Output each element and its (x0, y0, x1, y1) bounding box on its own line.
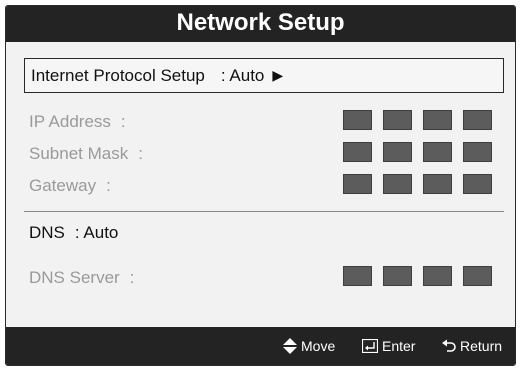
ip-octet-2 (383, 110, 412, 130)
section-divider (24, 211, 504, 212)
dns-server-field (343, 266, 492, 286)
ip-octet-4 (463, 110, 492, 130)
dns-label: DNS (29, 223, 65, 242)
enter-hint: Enter (362, 338, 415, 354)
enter-label: Enter (382, 338, 416, 354)
subnet-mask-field (343, 142, 492, 162)
move-label: Move (301, 338, 336, 354)
gateway-octet-1 (343, 174, 372, 194)
triangle-right-icon: ▶ (272, 67, 284, 83)
gateway-octet-3 (423, 174, 452, 194)
gateway-field (343, 174, 492, 194)
subnet-octet-3 (423, 142, 452, 162)
subnet-mask-label: Subnet Mask (29, 144, 129, 163)
protocol-value: : Auto (220, 65, 265, 85)
subnet-mask-separator: : (138, 144, 143, 163)
gateway-label-row: Gateway: (29, 176, 111, 196)
subnet-octet-4 (463, 142, 492, 162)
network-setup-dialog: Network Setup Internet Protocol Setup : … (5, 5, 516, 366)
protocol-label: Internet Protocol Setup (31, 65, 205, 85)
ip-octet-3 (423, 110, 452, 130)
dns-server-separator: : (129, 268, 135, 287)
dns-octet-3 (423, 266, 452, 286)
page-title: Network Setup (176, 9, 345, 36)
subnet-octet-2 (383, 142, 412, 162)
enter-icon (362, 339, 378, 353)
ip-address-separator: : (120, 112, 126, 131)
ip-address-label: IP Address (29, 112, 111, 131)
move-hint: Move (283, 338, 335, 354)
dns-octet-2 (383, 266, 412, 286)
dns-server-label: DNS Server (29, 268, 120, 287)
dialog-header: Network Setup (6, 6, 515, 42)
subnet-mask-label-row: Subnet Mask: (29, 144, 143, 164)
subnet-octet-1 (343, 142, 372, 162)
return-icon (442, 339, 456, 352)
ip-address-label-row: IP Address: (29, 112, 126, 132)
button-guide-bar: Move Enter Return (6, 327, 515, 365)
return-hint: Return (442, 338, 502, 354)
return-label: Return (460, 338, 503, 354)
internet-protocol-setup-row[interactable]: Internet Protocol Setup : Auto ▶ (24, 58, 504, 93)
ip-octet-1 (343, 110, 372, 130)
gateway-separator: : (106, 176, 111, 195)
gateway-octet-4 (463, 174, 492, 194)
ip-address-field (343, 110, 492, 130)
dns-octet-4 (463, 266, 492, 286)
dns-octet-1 (343, 266, 372, 286)
gateway-octet-2 (383, 174, 412, 194)
dns-row[interactable]: DNS : Auto (29, 223, 118, 243)
up-down-arrow-icon (283, 338, 297, 354)
dns-server-label-row: DNS Server: (29, 268, 134, 288)
gateway-label: Gateway (29, 176, 97, 195)
dns-value: : Auto (74, 223, 119, 242)
